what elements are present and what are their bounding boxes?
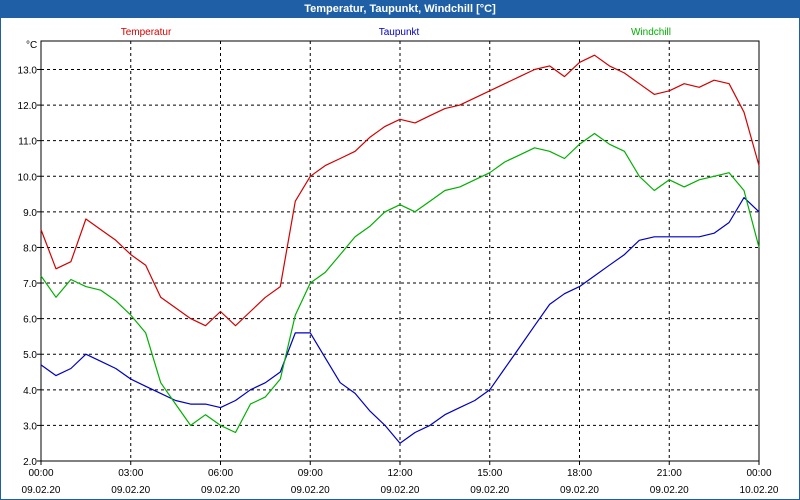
- x-tick-date-label: 09.02.20: [470, 485, 509, 496]
- y-tick-label: 3.0: [23, 421, 37, 432]
- y-tick-label: 13.0: [18, 65, 38, 76]
- x-tick-date-label: 09.02.20: [560, 485, 599, 496]
- legend-label-temperatur: Temperatur: [121, 27, 172, 38]
- y-tick-label: 9.0: [23, 208, 37, 219]
- x-tick-time-label: 12:00: [387, 468, 412, 479]
- y-tick-label: 2.0: [23, 457, 37, 468]
- y-tick-label: 4.0: [23, 386, 37, 397]
- y-tick-label: 12.0: [18, 101, 38, 112]
- y-tick-label: 6.0: [23, 315, 37, 326]
- line-chart: 2.0 3.0 4.0 5.0 6.0 7.0 8.0 9.0 10.0 11.0 12.0 13.0…: [18, 27, 779, 496]
- x-tick-date-label: 09.02.20: [381, 485, 420, 496]
- x-tick-date-label: 09.02.20: [201, 485, 240, 496]
- y-tick-label: 5.0: [23, 350, 37, 361]
- x-tick-time-label: 09:00: [298, 468, 323, 479]
- x-tick-date-label: 09.02.20: [111, 485, 150, 496]
- x-tick-date-label: 10.02.20: [740, 485, 779, 496]
- x-tick-time-label: 18:00: [567, 468, 592, 479]
- y-tick-label: 7.0: [23, 279, 37, 290]
- y-tick-label: 11.0: [18, 137, 37, 148]
- x-tick-date-label: 09.02.20: [650, 485, 689, 496]
- x-tick-time-label: 06:00: [208, 468, 233, 479]
- y-tick-label: 8.0: [23, 243, 37, 254]
- x-tick-time-label: 03:00: [118, 468, 143, 479]
- x-tick-time-label: 00:00: [28, 468, 53, 479]
- x-tick-date-label: 09.02.20: [22, 485, 61, 496]
- x-tick-date-label: 09.02.20: [291, 485, 330, 496]
- legend-label-taupunkt: Taupunkt: [379, 27, 420, 38]
- chart-window: Temperatur, Taupunkt, Windchill [°C] 2.0…: [0, 0, 800, 500]
- x-tick-time-label: 15:00: [477, 468, 502, 479]
- x-tick-time-label: 00:00: [746, 468, 771, 479]
- y-axis-unit-label: °C: [26, 40, 37, 51]
- x-tick-time-label: 21:00: [657, 468, 682, 479]
- y-tick-label: 10.0: [18, 172, 38, 183]
- legend-label-windchill: Windchill: [631, 27, 671, 38]
